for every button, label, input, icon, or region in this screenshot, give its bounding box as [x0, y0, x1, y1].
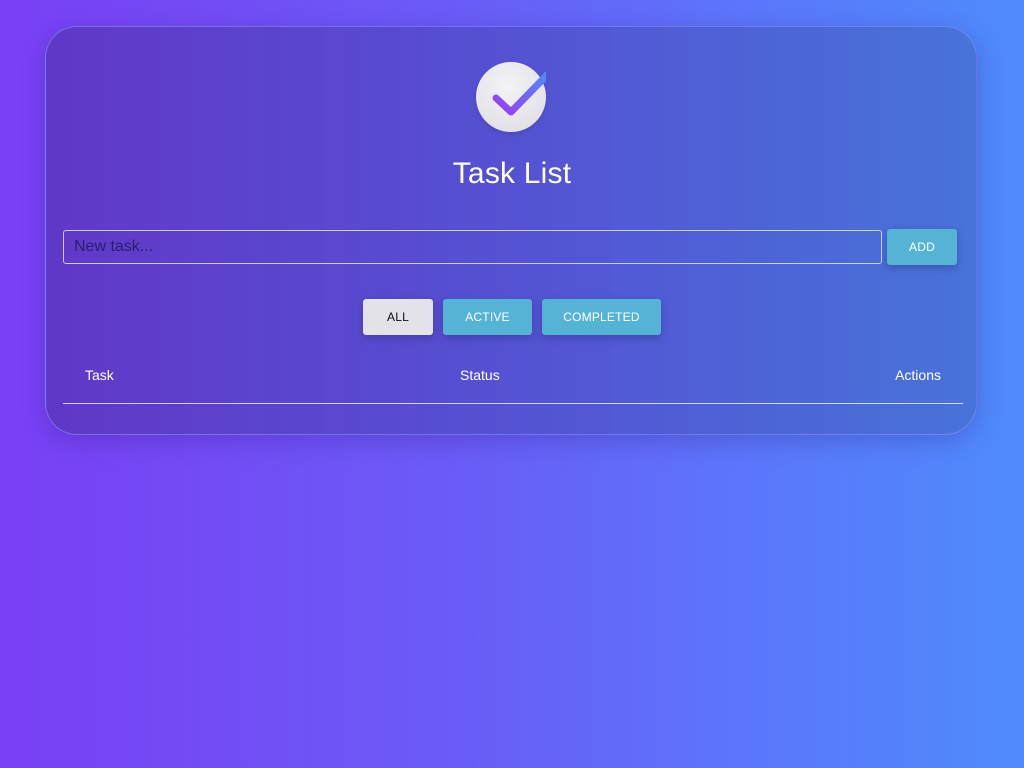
filter-active-button[interactable]: ACTIVE: [443, 299, 532, 335]
filter-completed-button[interactable]: COMPLETED: [542, 299, 661, 335]
task-card: Task List ADD ALL ACTIVE COMPLETED Task …: [45, 26, 977, 435]
check-circle-icon: [476, 62, 546, 132]
task-table-header: Task Status Actions: [63, 367, 963, 404]
column-header-status: Status: [460, 367, 500, 383]
column-header-actions: Actions: [895, 367, 941, 383]
checkmark-icon: [492, 71, 546, 116]
filter-all-button[interactable]: ALL: [363, 299, 433, 335]
column-header-task: Task: [85, 367, 114, 383]
add-task-button[interactable]: ADD: [887, 229, 957, 265]
page-title: Task List: [452, 157, 572, 190]
new-task-input[interactable]: [63, 230, 882, 264]
